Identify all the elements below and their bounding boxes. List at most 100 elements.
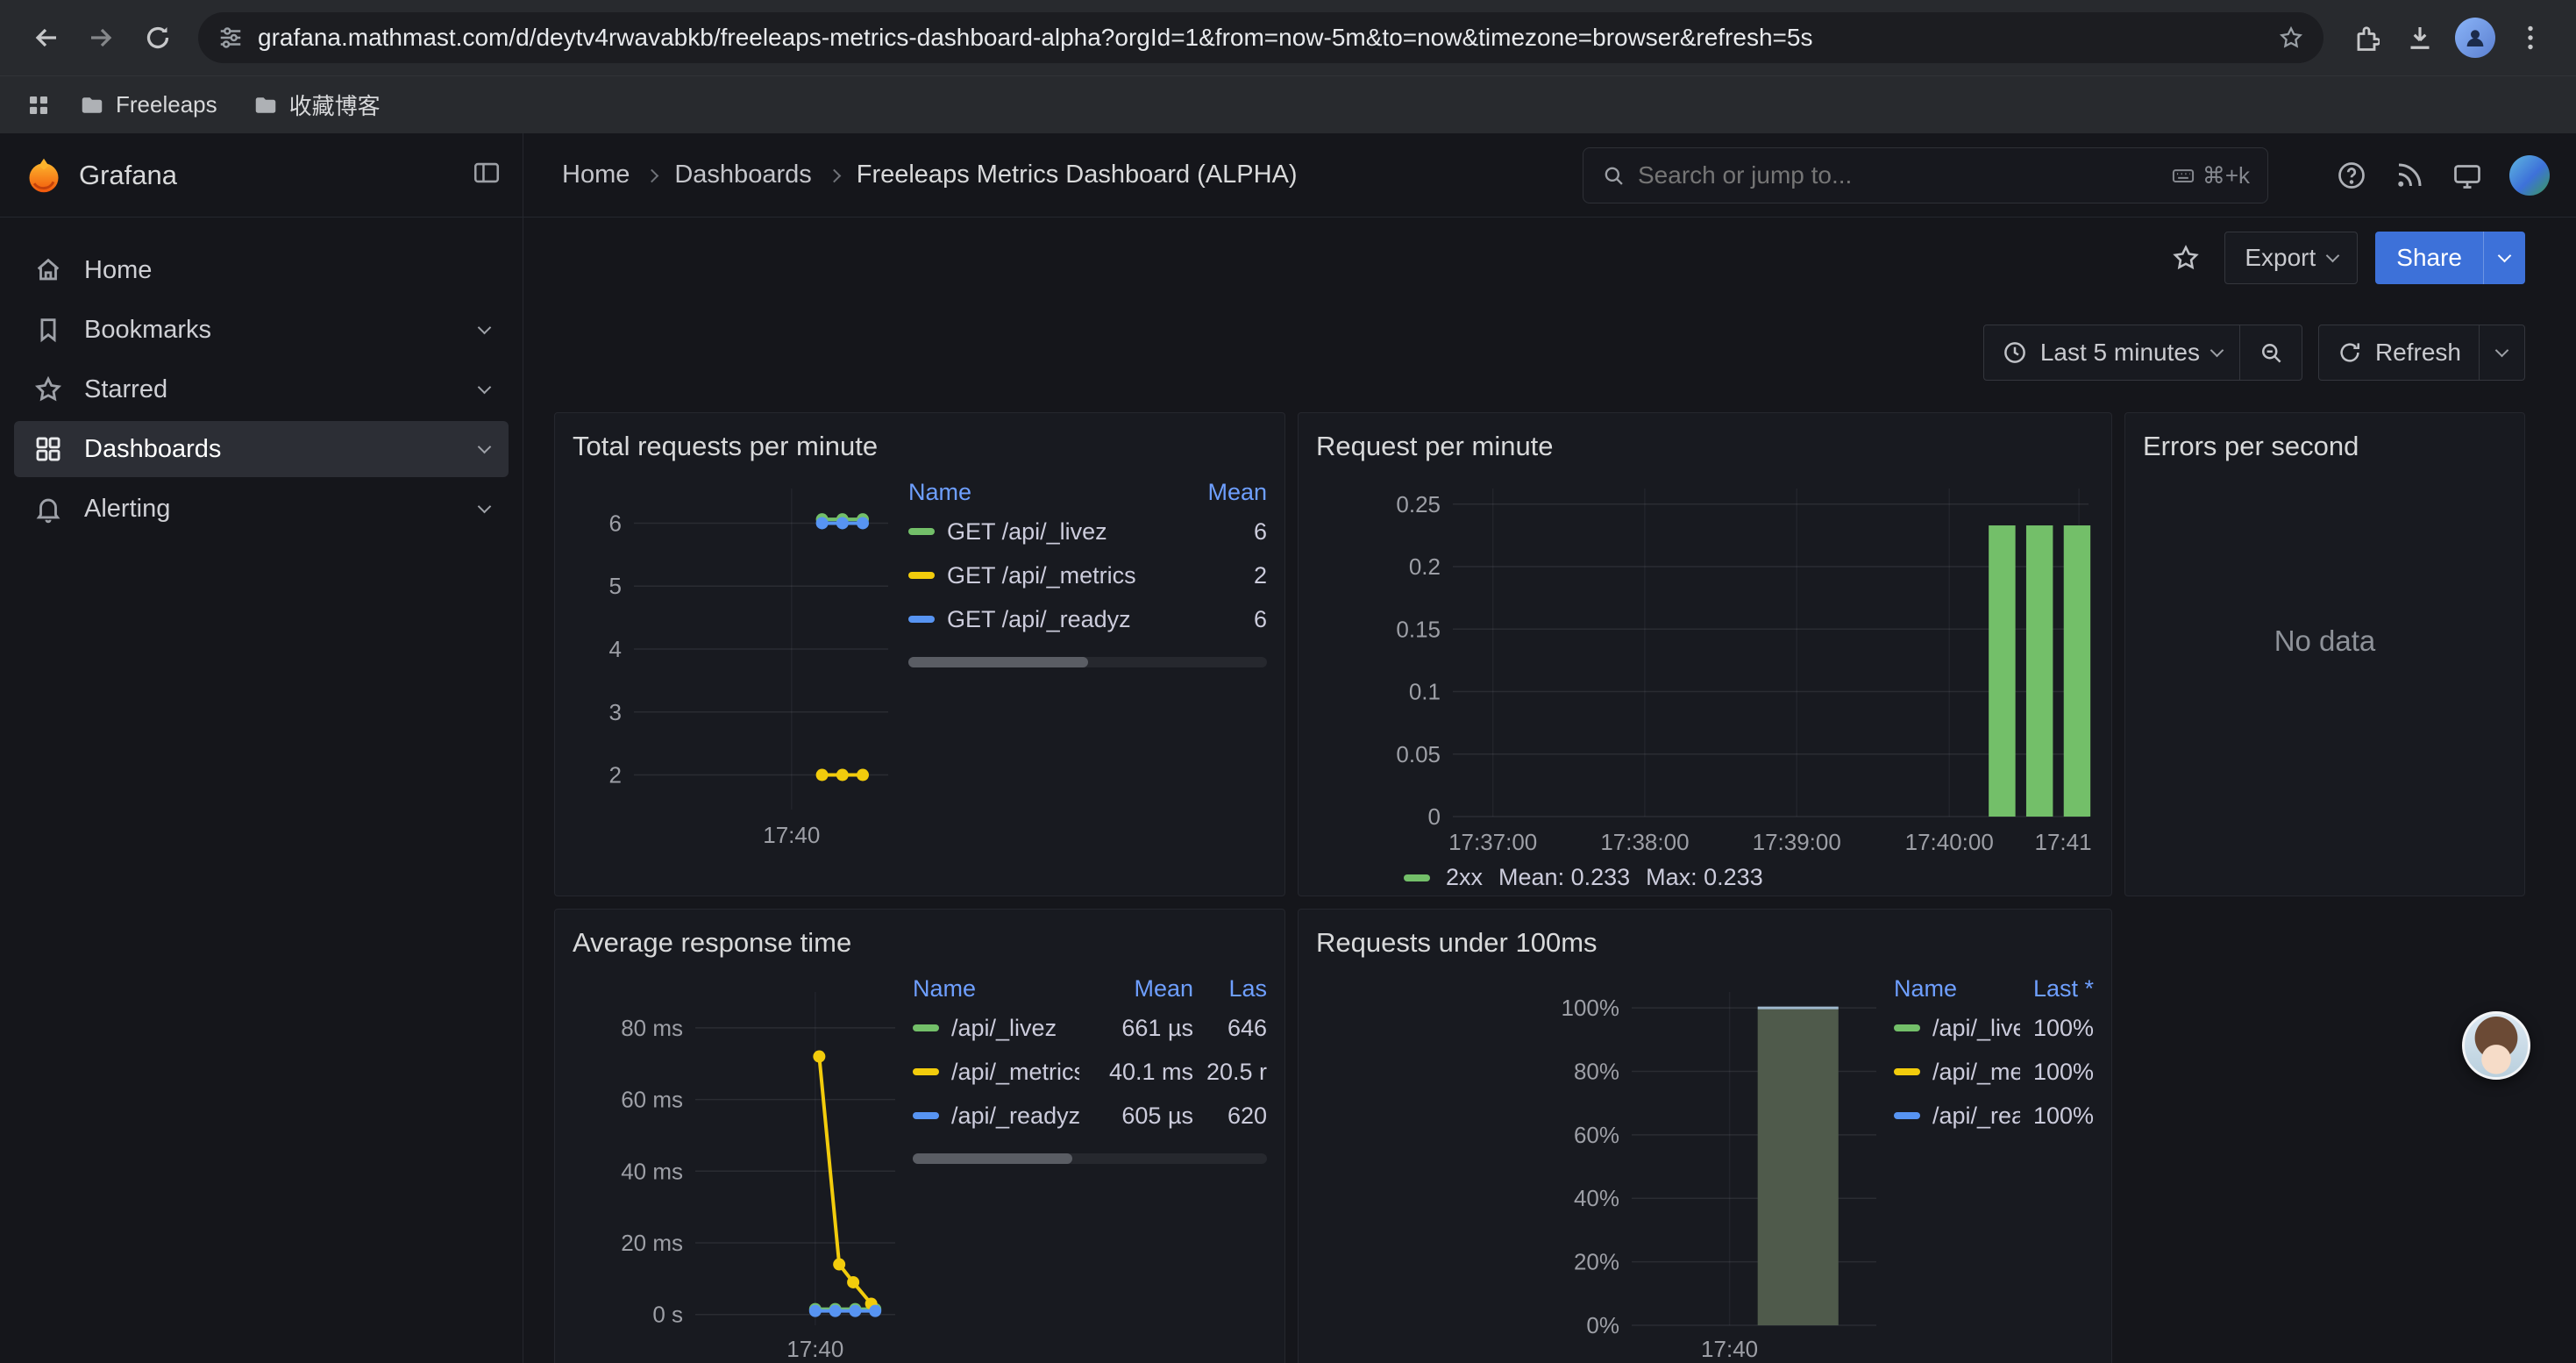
apps-grid-icon[interactable] — [19, 86, 58, 125]
panel-title[interactable]: Total requests per minute — [573, 427, 1267, 466]
panel-response-time: Average response time 80 ms60 ms40 ms20 … — [554, 909, 1285, 1363]
table-row[interactable]: /api/_metrics 40.1 ms 20.5 r — [913, 1050, 1267, 1094]
col-mean[interactable]: Mean — [1206, 479, 1267, 506]
table-row[interactable]: /api/_readyz 100% — [1894, 1094, 2094, 1138]
series-swatch — [1894, 1068, 1920, 1075]
browser-menu-icon[interactable] — [2506, 13, 2555, 62]
help-icon[interactable] — [2336, 160, 2367, 191]
series-swatch — [1894, 1112, 1920, 1119]
panel-title[interactable]: Request per minute — [1316, 427, 2094, 466]
back-icon[interactable] — [21, 13, 70, 62]
col-name[interactable]: Name — [1894, 975, 2020, 1003]
search-box[interactable]: ⌘+k — [1583, 147, 2268, 203]
table-row[interactable]: GET /api/_livez 6 — [908, 510, 1267, 553]
user-avatar[interactable] — [2509, 155, 2550, 196]
series-mean: 6 — [1206, 606, 1267, 633]
sidebar-item-home[interactable]: Home — [14, 242, 509, 298]
svg-text:0.15: 0.15 — [1396, 616, 1441, 642]
col-mean[interactable]: Mean — [1079, 975, 1193, 1003]
share-button[interactable]: Share — [2375, 232, 2483, 284]
bookmark-freeleaps[interactable]: Freeleaps — [65, 84, 231, 125]
grafana-app: Grafana Home Dashboards Freeleaps Metric… — [0, 133, 2576, 1363]
response-time-chart[interactable]: 80 ms60 ms40 ms20 ms0 s17:40 — [573, 971, 900, 1363]
table-row[interactable]: GET /api/_metrics 2 — [908, 553, 1267, 597]
extensions-icon[interactable] — [2339, 13, 2388, 62]
chevron-down-icon[interactable] — [478, 499, 492, 513]
panel-title[interactable]: Errors per second — [2143, 427, 2507, 466]
refresh-group: Refresh — [2318, 325, 2525, 381]
table-row[interactable]: /api/_livez 661 µs 646 — [913, 1006, 1267, 1050]
sidebar-item-bookmarks[interactable]: Bookmarks — [14, 302, 509, 358]
table-row[interactable]: /api/_readyz 605 µs 620 — [913, 1094, 1267, 1138]
news-rss-icon[interactable] — [2394, 160, 2425, 191]
chevron-down-icon — [2498, 248, 2512, 262]
panel-content: 100%80%60%40%20%0%17:40 Name Last * /api… — [1316, 971, 2094, 1363]
series-last: 100% — [2020, 1015, 2094, 1042]
breadcrumb-home[interactable]: Home — [562, 161, 630, 189]
table-row[interactable]: /api/_livez 100% — [1894, 1006, 2094, 1050]
sidebar-item-dashboards[interactable]: Dashboards — [14, 421, 509, 477]
series-name: GET /api/_readyz — [947, 606, 1131, 633]
search-input[interactable] — [1638, 161, 2159, 189]
panel-errors: Errors per second No data — [2124, 412, 2525, 896]
favorite-star-icon[interactable] — [2165, 237, 2207, 279]
svg-text:17:37:00: 17:37:00 — [1448, 829, 1537, 855]
url-input[interactable] — [258, 24, 2264, 52]
breadcrumb-dashboards[interactable]: Dashboards — [674, 161, 811, 189]
time-range-button[interactable]: Last 5 minutes — [1984, 325, 2239, 380]
under-100ms-chart[interactable]: 100%80%60%40%20%0%17:40 — [1316, 971, 1882, 1363]
col-name[interactable]: Name — [913, 975, 1079, 1003]
col-last[interactable]: Las — [1193, 975, 1267, 1003]
forward-icon[interactable] — [77, 13, 126, 62]
folder-icon — [253, 92, 279, 118]
zoom-out-button[interactable] — [2239, 325, 2302, 380]
chevron-down-icon[interactable] — [478, 320, 492, 334]
share-menu-button[interactable] — [2483, 232, 2525, 284]
table-scrollbar[interactable] — [908, 657, 1267, 667]
svg-text:80%: 80% — [1574, 1058, 1619, 1084]
panel-title[interactable]: Average response time — [573, 924, 1267, 962]
folder-icon — [79, 92, 105, 118]
panel-request-rate: Request per minute 0.250.20.150.10.05017… — [1298, 412, 2112, 896]
bookmark-star-icon[interactable] — [2278, 25, 2304, 51]
series-last: 620 — [1193, 1103, 1267, 1130]
refresh-button[interactable]: Refresh — [2319, 325, 2479, 380]
panel-title[interactable]: Requests under 100ms — [1316, 924, 2094, 962]
site-settings-icon[interactable] — [217, 25, 244, 51]
total-requests-chart[interactable]: 6543217:40 — [573, 475, 896, 852]
sidebar-item-starred[interactable]: Starred — [14, 361, 509, 417]
table-header: Name Mean — [908, 475, 1267, 510]
time-controls: Last 5 minutes Refresh — [1983, 325, 2525, 381]
svg-text:17:39:00: 17:39:00 — [1753, 829, 1841, 855]
export-button[interactable]: Export — [2224, 232, 2358, 284]
sidebar-item-alerting[interactable]: Alerting — [14, 481, 509, 537]
table-scrollbar[interactable] — [913, 1153, 1267, 1164]
assistant-avatar[interactable] — [2462, 1011, 2530, 1080]
table-row[interactable]: GET /api/_readyz 6 — [908, 597, 1267, 641]
series-swatch — [908, 616, 935, 623]
bookmark-blog[interactable]: 收藏博客 — [238, 82, 395, 128]
svg-text:0.05: 0.05 — [1396, 741, 1441, 767]
sidebar-toggle-icon[interactable] — [472, 158, 502, 192]
refresh-interval-button[interactable] — [2479, 325, 2524, 380]
table-row[interactable]: /api/_metrics 100% — [1894, 1050, 2094, 1094]
grafana-logo[interactable] — [25, 156, 63, 195]
kiosk-monitor-icon[interactable] — [2451, 160, 2483, 191]
request-rate-chart[interactable]: 0.250.20.150.10.05017:37:0017:38:0017:39… — [1316, 475, 2092, 859]
url-bar[interactable] — [198, 12, 2323, 63]
grafana-header-left: Grafana — [0, 133, 523, 217]
chevron-down-icon[interactable] — [478, 439, 492, 453]
reload-icon[interactable] — [133, 13, 182, 62]
dashboards-grid-icon — [33, 434, 63, 464]
col-name[interactable]: Name — [908, 479, 1206, 506]
col-last[interactable]: Last * — [2020, 975, 2094, 1003]
svg-text:0.2: 0.2 — [1409, 553, 1441, 580]
breadcrumb-separator — [645, 169, 659, 183]
legend[interactable]: 2xx Mean: 0.233 Max: 0.233 — [1404, 864, 2094, 891]
series-last: 100% — [2020, 1059, 2094, 1086]
chevron-down-icon[interactable] — [478, 380, 492, 394]
sidebar-item-label: Starred — [84, 375, 167, 404]
sidebar-item-label: Bookmarks — [84, 316, 211, 345]
browser-profile-avatar[interactable] — [2455, 18, 2495, 58]
download-icon[interactable] — [2395, 13, 2444, 62]
